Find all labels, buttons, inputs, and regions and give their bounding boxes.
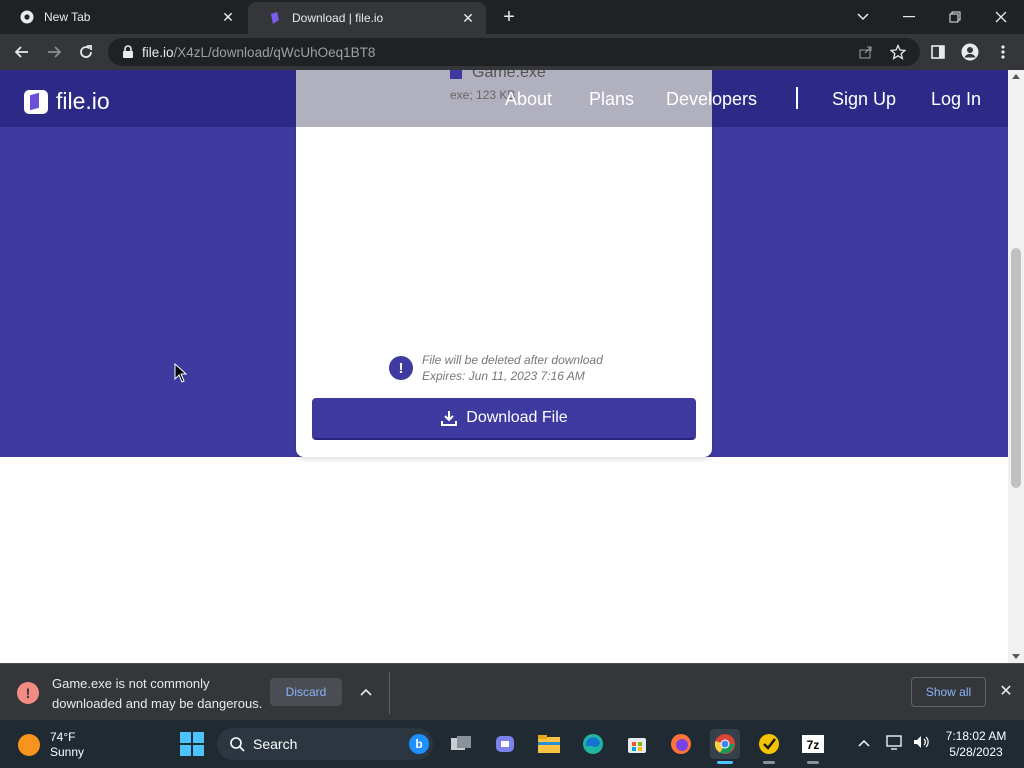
windows-taskbar: 74°F Sunny Search b 7z 7:18:02 AM 5/28/2… — [0, 720, 1024, 768]
profile-avatar-icon[interactable] — [960, 42, 980, 62]
side-panel-icon[interactable] — [928, 42, 948, 62]
menu-kebab-icon[interactable] — [993, 42, 1013, 62]
close-shelf-icon[interactable]: ✕ — [997, 682, 1015, 700]
bing-icon[interactable]: b — [409, 734, 429, 754]
web-page: Game.exe exe; 123 KB file.io About Plans… — [0, 70, 1008, 663]
clock-time: 7:18:02 AM — [945, 729, 1007, 743]
weather-text: 74°F Sunny — [50, 730, 84, 760]
mouse-cursor-icon — [174, 362, 188, 388]
file-name: Game.exe — [450, 70, 546, 82]
file-explorer-icon[interactable] — [534, 729, 564, 759]
weather-temp: 74°F — [50, 730, 76, 744]
deletion-notice: ! File will be deleted after download Ex… — [389, 352, 603, 384]
browser-toolbar: file.io /X4zL/download/qWcUhOeq1BT8 — [0, 34, 1024, 70]
notice-expiry-text: Expires: Jun 11, 2023 7:16 AM — [422, 369, 585, 383]
logo-text: file.io — [56, 88, 110, 114]
scrollbar-thumb[interactable] — [1011, 248, 1021, 488]
edge-icon[interactable] — [578, 729, 608, 759]
close-tab-icon[interactable]: ✕ — [460, 10, 476, 26]
nav-about-link[interactable]: About — [505, 89, 552, 110]
chrome-taskbar-icon[interactable] — [710, 729, 740, 764]
nav-developers-link[interactable]: Developers — [666, 89, 757, 110]
tab-download-fileio[interactable]: Download | file.io ✕ — [248, 2, 486, 34]
close-window-button[interactable] — [978, 0, 1024, 34]
forward-arrow-icon[interactable] — [41, 39, 67, 65]
shelf-divider — [389, 672, 390, 714]
scroll-down-arrow-icon[interactable] — [1012, 654, 1020, 659]
warning-icon: ! — [17, 682, 39, 704]
fileio-logo-icon — [24, 89, 48, 114]
download-icon — [440, 409, 458, 427]
volume-icon[interactable] — [912, 734, 930, 753]
weather-widget[interactable]: 74°F Sunny — [18, 730, 84, 760]
notice-text: File will be deleted after download Expi… — [422, 352, 603, 384]
weather-desc: Sunny — [50, 745, 85, 759]
url-host: file.io — [142, 44, 174, 60]
back-arrow-icon[interactable] — [9, 39, 35, 65]
nav-divider — [796, 87, 798, 109]
close-tab-icon[interactable]: ✕ — [220, 9, 236, 25]
download-shelf: ! Game.exe is not commonly downloaded an… — [0, 663, 1024, 720]
new-tab-button[interactable]: + — [498, 6, 520, 28]
task-view-icon[interactable] — [446, 729, 476, 759]
share-icon[interactable] — [856, 42, 876, 62]
nav-signup-link[interactable]: Sign Up — [832, 89, 896, 110]
notice-delete-text: File will be deleted after download — [422, 353, 603, 367]
nav-plans-link[interactable]: Plans — [589, 89, 634, 110]
tab-search-chevron-icon[interactable] — [840, 0, 886, 34]
teams-icon[interactable] — [490, 729, 520, 759]
7zip-icon[interactable]: 7z — [798, 729, 828, 764]
running-indicator — [807, 761, 819, 764]
search-label: Search — [253, 736, 298, 752]
tab-title: New Tab — [44, 10, 91, 24]
minimize-button[interactable] — [886, 0, 932, 34]
tab-title: Download | file.io — [292, 11, 384, 25]
firefox-icon[interactable] — [666, 729, 696, 759]
lock-icon[interactable] — [122, 45, 134, 59]
windows-start-icon[interactable] — [180, 732, 204, 756]
reload-icon[interactable] — [73, 39, 99, 65]
chevron-up-icon[interactable] — [356, 682, 376, 702]
file-name-text: Game.exe — [472, 70, 546, 81]
tab-new-tab[interactable]: New Tab ✕ — [0, 0, 246, 34]
chrome-icon — [20, 10, 34, 24]
download-button-label: Download File — [466, 409, 568, 426]
show-all-button[interactable]: Show all — [911, 677, 986, 707]
taskbar-search[interactable]: Search b — [217, 728, 433, 760]
browser-titlebar: New Tab ✕ Download | file.io ✕ + — [0, 0, 1024, 34]
exclamation-icon: ! — [389, 356, 413, 380]
bookmark-star-icon[interactable] — [888, 42, 908, 62]
file-icon — [450, 70, 462, 79]
nav-login-link[interactable]: Log In — [931, 89, 981, 110]
scroll-up-arrow-icon[interactable] — [1012, 74, 1020, 79]
search-icon — [229, 736, 245, 752]
network-icon[interactable] — [886, 734, 904, 753]
url-path: /X4zL/download/qWcUhOeq1BT8 — [173, 44, 376, 60]
running-indicator — [763, 761, 775, 764]
taskbar-clock[interactable]: 7:18:02 AM 5/28/2023 — [940, 728, 1012, 760]
download-warning-text: Game.exe is not commonly downloaded and … — [52, 676, 263, 711]
sun-icon — [18, 734, 40, 756]
restore-button[interactable] — [932, 0, 978, 34]
download-file-button[interactable]: Download File — [312, 398, 696, 440]
address-bar[interactable]: file.io /X4zL/download/qWcUhOeq1BT8 — [108, 38, 920, 66]
page-scrollbar[interactable] — [1008, 70, 1024, 663]
norton-icon[interactable] — [754, 729, 784, 764]
clock-date: 5/28/2023 — [949, 745, 1003, 759]
discard-button[interactable]: Discard — [270, 678, 342, 706]
tray-overflow-chevron-icon[interactable] — [858, 734, 870, 750]
active-indicator — [717, 761, 733, 764]
fileio-favicon — [268, 11, 282, 25]
store-icon[interactable] — [622, 729, 652, 759]
svg-text:7z: 7z — [807, 738, 820, 752]
fileio-logo[interactable]: file.io — [24, 88, 110, 115]
